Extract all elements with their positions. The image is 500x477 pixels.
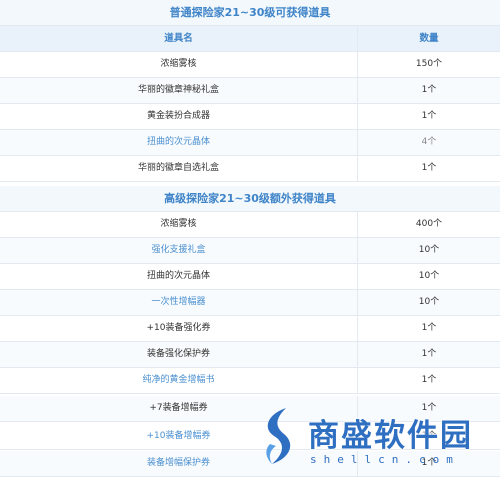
table-row: +10装备强化券 1个 xyxy=(0,316,500,342)
item-qty: 1个 xyxy=(421,85,437,95)
item-qty: 4个 xyxy=(421,137,437,147)
item-qty: 1个 xyxy=(421,323,437,333)
table-row: 一次性增幅器 10个 xyxy=(0,290,500,316)
item-name: 装备强化保护券 xyxy=(0,342,358,367)
item-name-link[interactable]: 强化支援礼盒 xyxy=(0,238,358,263)
section-title-normal: 普通探险家21~30级可获得道具 xyxy=(0,0,500,26)
item-name: +10装备强化券 xyxy=(0,316,358,341)
item-name: 黄金装扮合成器 xyxy=(0,104,358,129)
item-name-link[interactable]: 一次性增幅器 xyxy=(0,290,358,315)
item-qty: 1个 xyxy=(421,375,437,385)
item-name: 浓缩雾核 xyxy=(0,212,358,237)
watermark-logo-icon xyxy=(266,408,291,464)
section-title-text: 高级探险家21~30级额外获得道具 xyxy=(164,192,336,205)
table-header: 道具名 数量 xyxy=(0,26,500,52)
watermark: 商盛软件园 shellcn.com xyxy=(246,398,500,477)
item-name: 华丽的徽章神秘礼盒 xyxy=(0,78,358,103)
table-row: 扭曲的次元晶体 4个 xyxy=(0,130,500,156)
item-qty: 1个 xyxy=(421,349,437,359)
table-row: 装备强化保护券 1个 xyxy=(0,342,500,368)
item-qty: 1个 xyxy=(421,163,437,173)
item-name: 华丽的徽章自选礼盒 xyxy=(0,156,358,181)
section-title-text: 普通探险家21~30级可获得道具 xyxy=(169,6,331,19)
item-name-link[interactable]: 纯净的黄金增幅书 xyxy=(0,368,358,393)
table-row: 扭曲的次元晶体 10个 xyxy=(0,264,500,290)
item-qty: 150个 xyxy=(415,59,443,69)
table-row: 黄金装扮合成器 1个 xyxy=(0,104,500,130)
item-qty: 10个 xyxy=(418,245,440,255)
table-row: 华丽的徽章神秘礼盒 1个 xyxy=(0,78,500,104)
section-title-premium: 高级探险家21~30级额外获得道具 xyxy=(0,186,500,212)
table-row: 浓缩雾核 150个 xyxy=(0,52,500,78)
table-row: 浓缩雾核 400个 xyxy=(0,212,500,238)
item-qty: 10个 xyxy=(418,297,440,307)
table-row: 华丽的徽章自选礼盒 1个 xyxy=(0,156,500,182)
item-qty: 1个 xyxy=(421,111,437,121)
item-name: 扭曲的次元晶体 xyxy=(0,264,358,289)
item-name: 浓缩雾核 xyxy=(0,52,358,77)
column-header-name: 道具名 xyxy=(0,26,358,51)
item-qty: 10个 xyxy=(418,271,440,281)
item-name-link[interactable]: 扭曲的次元晶体 xyxy=(0,130,358,155)
watermark-domain: shellcn.com xyxy=(310,453,460,466)
table-row: 强化支援礼盒 10个 xyxy=(0,238,500,264)
column-header-qty: 数量 xyxy=(419,33,439,44)
watermark-brand: 商盛软件园 xyxy=(308,418,473,454)
table-row: 纯净的黄金增幅书 1个 xyxy=(0,368,500,394)
item-qty: 400个 xyxy=(415,219,443,229)
